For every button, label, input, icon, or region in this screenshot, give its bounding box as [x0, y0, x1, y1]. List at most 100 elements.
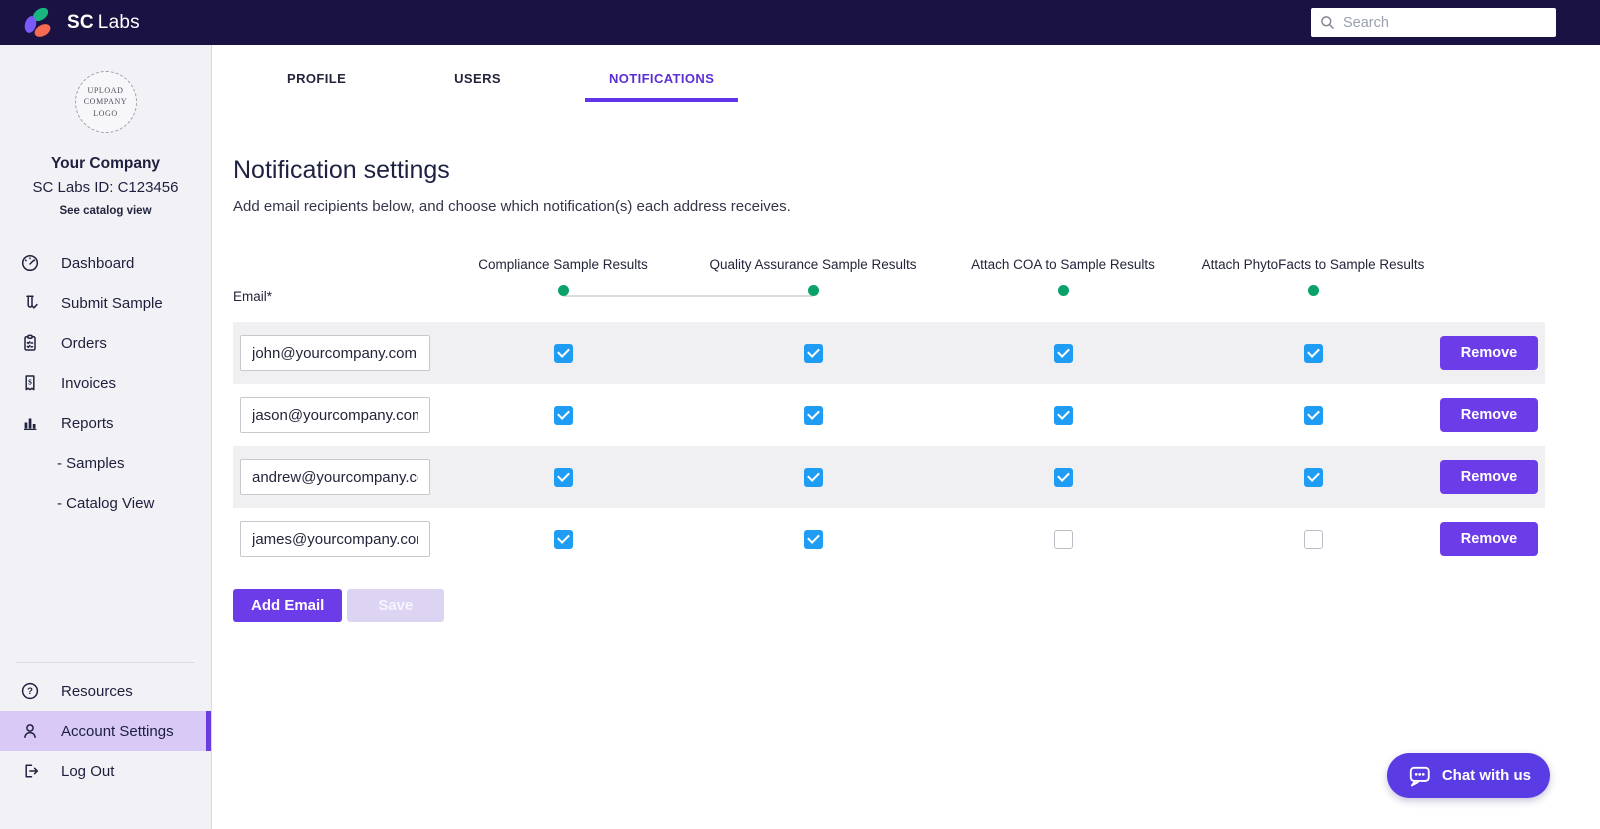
- brand-rest: Labs: [97, 11, 140, 33]
- email-column-label: Email*: [233, 289, 273, 304]
- checkbox-coa[interactable]: [1053, 405, 1073, 425]
- tab-notifications[interactable]: NOTIFICATIONS: [584, 65, 739, 102]
- sidebar-item-label: Reports: [61, 414, 114, 432]
- checkbox-coa[interactable]: [1053, 343, 1073, 363]
- checkbox-coa[interactable]: [1053, 467, 1073, 487]
- tab-profile[interactable]: PROFILE: [263, 65, 370, 102]
- tab-users[interactable]: USERS: [430, 65, 525, 102]
- add-email-button[interactable]: Add Email: [233, 589, 343, 622]
- sidebar-bottom-nav: ? Resources Account Settings Log Out: [0, 671, 211, 829]
- sidebar-item-label: - Samples: [57, 454, 125, 472]
- table-header: Email* Compliance Sample Results Quality…: [233, 255, 1545, 322]
- checkbox-quality[interactable]: [803, 343, 823, 363]
- sidebar-divider: [16, 662, 195, 663]
- email-field[interactable]: [240, 521, 430, 557]
- sidebar-item-invoices[interactable]: $ Invoices: [0, 363, 211, 403]
- company-name: Your Company: [50, 155, 161, 172]
- sidebar-item-label: Resources: [61, 682, 133, 700]
- topbar: SC Labs: [0, 0, 1600, 45]
- table-row: Remove: [233, 384, 1545, 446]
- table-actions: Add Email Save: [233, 589, 1545, 622]
- chat-label: Chat with us: [1441, 767, 1531, 784]
- sc-labs-logo-icon: [21, 4, 57, 40]
- search-icon: [1321, 16, 1334, 29]
- brand-bold: SC: [67, 11, 94, 33]
- test-tube-icon: [20, 293, 40, 313]
- bar-chart-icon: [20, 413, 40, 433]
- sidebar-item-label: - Catalog View: [57, 494, 155, 512]
- email-field[interactable]: [240, 397, 430, 433]
- sidebar-item-account-settings[interactable]: Account Settings: [0, 711, 211, 751]
- sidebar-item-samples[interactable]: - Samples: [0, 443, 211, 483]
- remove-button[interactable]: Remove: [1440, 336, 1538, 370]
- checkbox-phytofacts[interactable]: [1303, 405, 1323, 425]
- checkbox-compliance[interactable]: [553, 405, 573, 425]
- table-row: Remove: [233, 508, 1545, 570]
- checkbox-compliance[interactable]: [553, 467, 573, 487]
- column-title: Quality Assurance Sample Results: [709, 257, 917, 272]
- toggle-connector-line: [563, 295, 813, 297]
- sidebar-item-label: Log Out: [61, 762, 115, 780]
- sidebar-item-submit-sample[interactable]: Submit Sample: [0, 283, 211, 323]
- checkbox-compliance[interactable]: [553, 343, 573, 363]
- sidebar: UPLOAD COMPANY LOGO Your Company SC Labs…: [0, 45, 212, 829]
- toggle-dot-coa[interactable]: [1057, 285, 1069, 296]
- column-title: Compliance Sample Results: [478, 257, 648, 272]
- brand-text: SC Labs: [67, 12, 140, 34]
- sidebar-nav: Dashboard Submit Sample Orders $ Invoice…: [0, 243, 211, 523]
- brand[interactable]: SC Labs: [21, 4, 140, 40]
- remove-button[interactable]: Remove: [1440, 460, 1538, 494]
- email-field[interactable]: [240, 459, 430, 495]
- save-button[interactable]: Save: [347, 589, 445, 622]
- remove-button[interactable]: Remove: [1440, 522, 1538, 556]
- sidebar-item-resources[interactable]: ? Resources: [0, 671, 211, 711]
- table-row: Remove: [233, 446, 1545, 508]
- invoice-icon: $: [20, 373, 40, 393]
- table-row: Remove: [233, 322, 1545, 384]
- toggle-dot-quality[interactable]: [807, 285, 819, 296]
- email-field[interactable]: [240, 335, 430, 371]
- see-catalog-view-link[interactable]: See catalog view: [0, 205, 211, 217]
- sidebar-item-label: Dashboard: [61, 254, 135, 272]
- company-id: SC Labs ID: C123456: [32, 179, 179, 196]
- checkbox-compliance[interactable]: [553, 529, 573, 549]
- notification-settings-section: Notification settings Add email recipien…: [233, 156, 1545, 622]
- search-input[interactable]: [1343, 14, 1548, 31]
- upload-company-logo-button[interactable]: UPLOAD COMPANY LOGO: [74, 71, 137, 133]
- sidebar-item-log-out[interactable]: Log Out: [0, 751, 211, 791]
- svg-text:?: ?: [27, 686, 33, 697]
- svg-text:$: $: [28, 377, 32, 386]
- tabs: PROFILE USERS NOTIFICATIONS: [263, 45, 1600, 102]
- main-content: PROFILE USERS NOTIFICATIONS Notification…: [212, 45, 1600, 829]
- checkbox-quality[interactable]: [803, 467, 823, 487]
- sidebar-item-label: Orders: [61, 334, 107, 352]
- toggle-dot-compliance[interactable]: [557, 285, 569, 296]
- checkbox-phytofacts[interactable]: [1303, 529, 1323, 549]
- column-head-phytofacts: Attach PhytoFacts to Sample Results: [1188, 255, 1438, 322]
- column-title: Attach COA to Sample Results: [971, 257, 1155, 272]
- help-icon: ?: [20, 681, 40, 701]
- sidebar-item-label: Account Settings: [61, 722, 174, 740]
- remove-button[interactable]: Remove: [1440, 398, 1538, 432]
- chat-widget-button[interactable]: Chat with us: [1386, 753, 1550, 798]
- sidebar-item-orders[interactable]: Orders: [0, 323, 211, 363]
- chat-bubble-icon: [1409, 766, 1430, 786]
- page-subtitle: Add email recipients below, and choose w…: [233, 198, 791, 215]
- checkbox-phytofacts[interactable]: [1303, 467, 1323, 487]
- sidebar-item-catalog-view[interactable]: - Catalog View: [0, 483, 211, 523]
- checkbox-phytofacts[interactable]: [1303, 343, 1323, 363]
- gauge-icon: [20, 253, 40, 273]
- checkbox-quality[interactable]: [803, 529, 823, 549]
- search-box[interactable]: [1311, 8, 1556, 37]
- email-rows: Remove Remove: [233, 322, 1545, 570]
- upload-logo-label: UPLOAD COMPANY LOGO: [83, 85, 128, 118]
- checkbox-coa[interactable]: [1053, 529, 1073, 549]
- column-head-coa: Attach COA to Sample Results: [938, 255, 1188, 322]
- sidebar-item-reports[interactable]: Reports: [0, 403, 211, 443]
- column-title: Attach PhytoFacts to Sample Results: [1201, 257, 1425, 272]
- sidebar-item-dashboard[interactable]: Dashboard: [0, 243, 211, 283]
- column-head-quality: Quality Assurance Sample Results: [688, 255, 938, 322]
- checkbox-quality[interactable]: [803, 405, 823, 425]
- toggle-dot-phytofacts[interactable]: [1307, 285, 1319, 296]
